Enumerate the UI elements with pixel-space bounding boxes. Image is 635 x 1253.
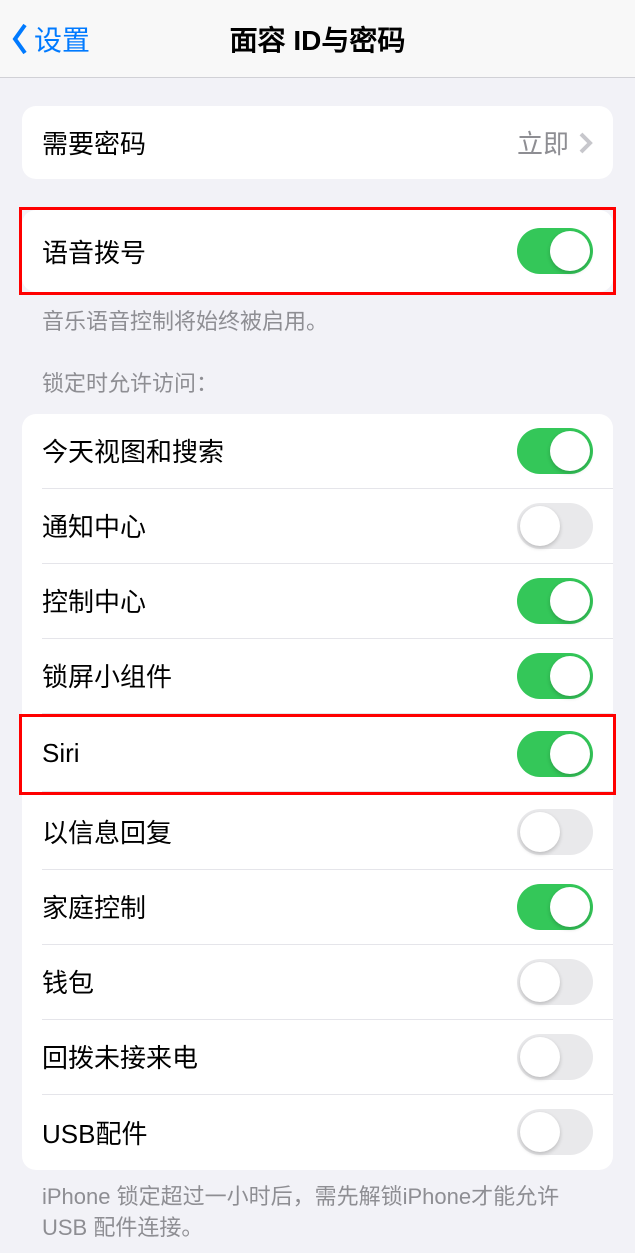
lock-access-label: 钱包 bbox=[42, 963, 94, 1000]
voice-dial-toggle[interactable] bbox=[517, 228, 593, 274]
require-passcode-row[interactable]: 需要密码 立即 bbox=[22, 106, 613, 179]
toggle-knob bbox=[520, 962, 560, 1002]
chevron-right-icon bbox=[579, 132, 593, 154]
lock-access-row: 通知中心 bbox=[42, 489, 613, 564]
toggle-knob bbox=[550, 887, 590, 927]
lock-access-toggle[interactable] bbox=[517, 1109, 593, 1155]
lock-access-label: 控制中心 bbox=[42, 582, 146, 619]
toggle-knob bbox=[550, 431, 590, 471]
passcode-section: 需要密码 立即 bbox=[22, 106, 613, 179]
lock-access-row: 回拨未接来电 bbox=[42, 1020, 613, 1095]
lock-access-toggle[interactable] bbox=[517, 578, 593, 624]
voice-dial-label: 语音拨号 bbox=[42, 233, 146, 270]
lock-access-row: 今天视图和搜索 bbox=[42, 414, 613, 489]
toggle-knob bbox=[550, 231, 590, 271]
back-label: 设置 bbox=[34, 19, 90, 59]
voice-dial-highlight: 语音拨号 bbox=[19, 207, 616, 295]
toggle-knob bbox=[550, 734, 590, 774]
chevron-back-icon bbox=[10, 22, 30, 56]
lock-access-toggle[interactable] bbox=[517, 731, 593, 777]
lock-access-toggle[interactable] bbox=[517, 884, 593, 930]
voice-dial-section: 语音拨号 bbox=[22, 210, 613, 292]
toggle-knob bbox=[520, 506, 560, 546]
lock-access-toggle[interactable] bbox=[517, 1034, 593, 1080]
lock-access-label: 锁屏小组件 bbox=[42, 657, 172, 694]
toggle-knob bbox=[550, 581, 590, 621]
toggle-knob bbox=[520, 812, 560, 852]
lock-access-section: 今天视图和搜索通知中心控制中心锁屏小组件 Siri 以信息回复家庭控制钱包回拨未接来… bbox=[22, 414, 613, 1170]
lock-access-toggle[interactable] bbox=[517, 809, 593, 855]
voice-dial-row: 语音拨号 bbox=[22, 210, 613, 292]
toggle-knob bbox=[550, 656, 590, 696]
lock-access-header: 锁定时允许访问： bbox=[22, 338, 613, 406]
lock-access-label: 以信息回复 bbox=[42, 813, 172, 850]
lock-access-toggle[interactable] bbox=[517, 959, 593, 1005]
lock-access-row: 钱包 bbox=[42, 945, 613, 1020]
require-passcode-label: 需要密码 bbox=[42, 124, 146, 161]
page-title: 面容 ID与密码 bbox=[230, 19, 406, 59]
back-button[interactable]: 设置 bbox=[0, 19, 90, 59]
siri-highlight: Siri bbox=[19, 714, 616, 795]
lock-access-row: 锁屏小组件 bbox=[42, 639, 613, 714]
voice-dial-footer: 音乐语音控制将始终被启用。 bbox=[22, 295, 613, 338]
lock-access-label: USB配件 bbox=[42, 1114, 147, 1151]
lock-access-row: USB配件 bbox=[42, 1095, 613, 1170]
navigation-bar: 设置 面容 ID与密码 bbox=[0, 0, 635, 78]
lock-access-label: 回拨未接来电 bbox=[42, 1038, 198, 1075]
lock-access-label: 通知中心 bbox=[42, 507, 146, 544]
require-passcode-value: 立即 bbox=[517, 124, 569, 161]
lock-access-label: 今天视图和搜索 bbox=[42, 432, 224, 469]
toggle-knob bbox=[520, 1112, 560, 1152]
lock-access-toggle[interactable] bbox=[517, 428, 593, 474]
lock-access-row: 以信息回复 bbox=[42, 795, 613, 870]
lock-access-footer: iPhone 锁定超过一小时后，需先解锁iPhone才能允许USB 配件连接。 bbox=[22, 1170, 613, 1244]
lock-access-toggle[interactable] bbox=[517, 653, 593, 699]
lock-access-row: Siri bbox=[42, 717, 613, 792]
lock-access-label: Siri bbox=[42, 738, 80, 769]
toggle-knob bbox=[520, 1037, 560, 1077]
lock-access-toggle[interactable] bbox=[517, 503, 593, 549]
lock-access-label: 家庭控制 bbox=[42, 888, 146, 925]
lock-access-row: 家庭控制 bbox=[42, 870, 613, 945]
require-passcode-value-wrap: 立即 bbox=[517, 124, 593, 161]
lock-access-row: 控制中心 bbox=[42, 564, 613, 639]
